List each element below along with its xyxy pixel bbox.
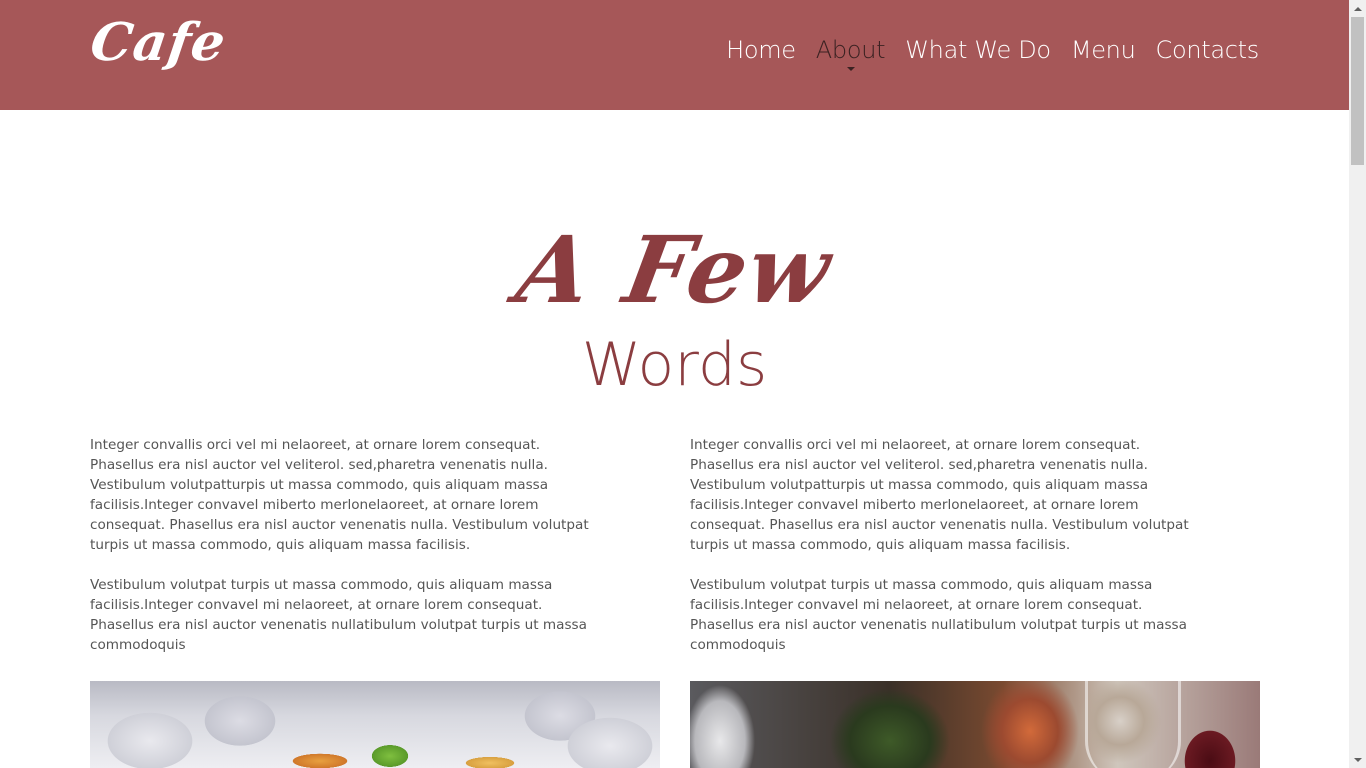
nav-about-label: About [815, 36, 886, 64]
text-column-left: Integer convallis orci vel mi nelaoreet,… [90, 435, 600, 675]
nav-contacts[interactable]: Contacts [1156, 33, 1260, 67]
nav-home[interactable]: Home [726, 33, 796, 67]
nav-about[interactable]: About [815, 33, 886, 71]
nav-what-we-do[interactable]: What We Do [905, 33, 1051, 67]
paragraph: Integer convallis orci vel mi nelaoreet,… [690, 437, 1189, 553]
logo[interactable]: Cafe [86, 8, 230, 78]
section-heading: A Few Words [0, 210, 1349, 400]
wine-glass-photo [690, 681, 1260, 768]
arrow-down-icon[interactable] [1349, 751, 1366, 768]
scrollbar-thumb[interactable] [1351, 17, 1364, 165]
main-nav: Home About What We Do Menu Contacts [706, 33, 1260, 71]
paragraph: Vestibulum volutpat turpis ut massa comm… [690, 577, 1187, 653]
heading-sub: Words [581, 330, 768, 400]
paragraph: Integer convallis orci vel mi nelaoreet,… [90, 437, 589, 553]
nav-menu[interactable]: Menu [1071, 33, 1136, 67]
site-header: Cafe Home About What We Do Menu Contacts [0, 0, 1349, 110]
page: Cafe Home About What We Do Menu Contacts… [0, 0, 1366, 768]
paragraph: Vestibulum volutpat turpis ut massa comm… [90, 577, 587, 653]
caret-down-icon [846, 67, 855, 71]
arrow-up-icon[interactable] [1349, 0, 1366, 17]
text-column-right: Integer convallis orci vel mi nelaoreet,… [690, 435, 1200, 675]
banquet-photo [90, 681, 660, 768]
heading-script: A Few [509, 216, 840, 324]
vertical-scrollbar[interactable] [1349, 0, 1366, 768]
wine-glass-shape [1085, 681, 1181, 768]
